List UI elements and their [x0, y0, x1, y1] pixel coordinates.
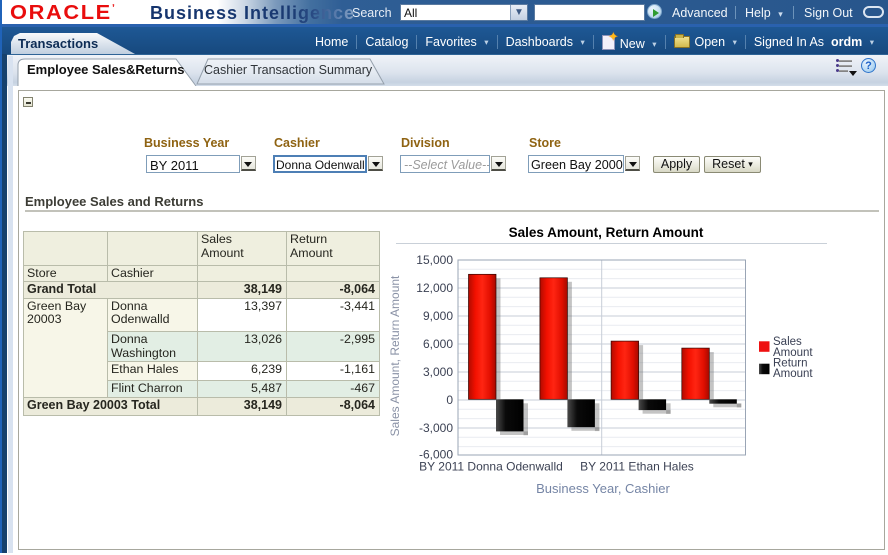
svg-text:12,000: 12,000 — [416, 281, 453, 295]
svg-text:BY 2011 Ethan Hales: BY 2011 Ethan Hales — [580, 460, 694, 474]
svg-text:BY 2011 Donna Odenwalld: BY 2011 Donna Odenwalld — [419, 460, 563, 474]
svg-text:-3,000: -3,000 — [419, 421, 453, 435]
svg-text:9,000: 9,000 — [423, 309, 453, 323]
svg-text:Business Year, Cashier: Business Year, Cashier — [536, 481, 670, 496]
svg-text:3,000: 3,000 — [423, 365, 453, 379]
svg-text:0: 0 — [446, 393, 453, 407]
svg-text:15,000: 15,000 — [416, 253, 453, 267]
svg-text:Sales Amount, Return Amount: Sales Amount, Return Amount — [509, 225, 704, 240]
svg-text:6,000: 6,000 — [423, 337, 453, 351]
svg-text:Sales Amount, Return Amount: Sales Amount, Return Amount — [390, 275, 402, 436]
svg-text:Amount: Amount — [773, 368, 813, 380]
